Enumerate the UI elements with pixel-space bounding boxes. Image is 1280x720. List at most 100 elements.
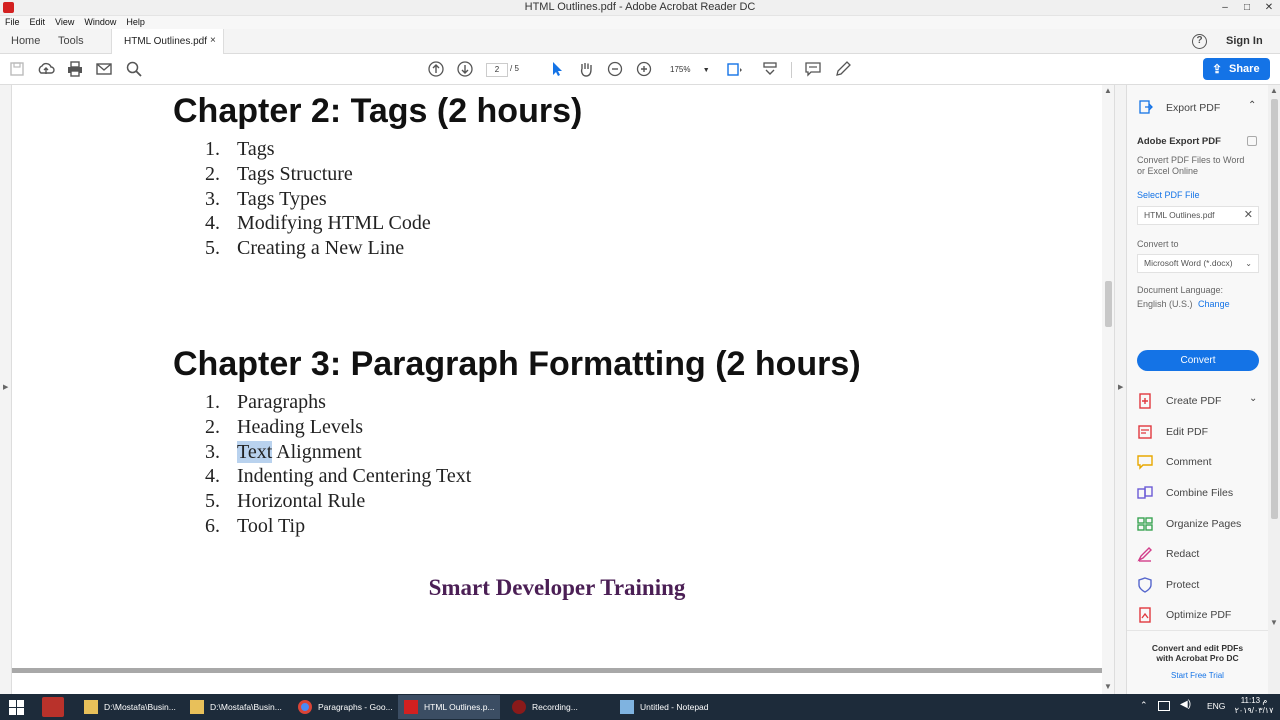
start-free-trial-link[interactable]: Start Free Trial <box>1127 671 1268 680</box>
list-item-selected[interactable]: 3. Text Alignment <box>205 441 362 464</box>
input-language[interactable]: ENG <box>1207 701 1225 711</box>
comment-icon <box>1137 455 1153 470</box>
share-button[interactable]: ⇪ Share <box>1203 58 1270 80</box>
menu-view[interactable]: View <box>50 16 79 29</box>
selected-file-field[interactable]: HTML Outlines.pdf ✕ <box>1137 206 1259 225</box>
window-title: HTML Outlines.pdf - Adobe Acrobat Reader… <box>524 1 756 13</box>
tools-pane-scrollbar[interactable]: ▲ ▼ <box>1268 85 1280 694</box>
select-pdf-file-link[interactable]: Select PDF File <box>1137 190 1200 200</box>
menu-window[interactable]: Window <box>79 16 121 29</box>
sign-in-link[interactable]: Sign In <box>1226 35 1263 47</box>
comment-icon[interactable] <box>804 60 822 78</box>
collapse-right-panel-icon[interactable]: ▶ <box>1118 383 1123 391</box>
page-number-input[interactable]: 2 <box>486 63 508 77</box>
upload-cloud-icon[interactable] <box>37 60 55 78</box>
text-selection[interactable]: Text <box>237 441 273 463</box>
close-window-button[interactable]: ✕ <box>1258 0 1280 16</box>
tab-bar: Home Tools HTML Outlines.pdf × ? Sign In <box>0 29 1280 54</box>
select-cursor-icon[interactable] <box>548 60 566 78</box>
tab-home[interactable]: Home <box>11 35 40 47</box>
tab-document[interactable]: HTML Outlines.pdf × <box>111 29 224 54</box>
convert-button[interactable]: Convert <box>1137 350 1259 371</box>
pinned-app-icon[interactable] <box>42 697 64 717</box>
left-panel-collapsed[interactable]: ▶ <box>0 85 12 694</box>
previous-page-icon[interactable] <box>427 60 445 78</box>
tool-optimize-pdf[interactable]: Optimize PDF <box>1137 606 1262 626</box>
menu-file[interactable]: File <box>0 16 25 29</box>
tab-tools[interactable]: Tools <box>58 35 84 47</box>
tool-organize-pages[interactable]: Organize Pages <box>1137 515 1262 535</box>
title-bar: HTML Outlines.pdf - Adobe Acrobat Reader… <box>0 0 1280 16</box>
convert-to-value: Microsoft Word (*.docx) <box>1144 258 1233 268</box>
menu-edit[interactable]: Edit <box>25 16 51 29</box>
tool-label: Create PDF <box>1166 395 1222 407</box>
next-page-icon[interactable] <box>456 60 474 78</box>
tool-comment[interactable]: Comment <box>1137 453 1262 473</box>
tool-redact[interactable]: Redact <box>1137 545 1262 565</box>
folder-icon <box>84 700 98 714</box>
highlight-pen-icon[interactable] <box>834 60 852 78</box>
scroll-down-icon[interactable]: ▼ <box>1104 682 1112 691</box>
list-item: 2. Tags Structure <box>205 163 353 185</box>
scrollbar-thumb[interactable] <box>1105 281 1112 327</box>
menu-help[interactable]: Help <box>121 16 150 29</box>
list-item: 5. Horizontal Rule <box>205 490 366 512</box>
document-scrollbar[interactable]: ▲ ▼ <box>1102 85 1114 694</box>
taskbar-notepad[interactable]: Untitled - Notepad <box>614 695 716 719</box>
fit-page-icon[interactable] <box>725 60 743 78</box>
help-icon[interactable]: ? <box>1192 34 1207 49</box>
tool-label: Edit PDF <box>1166 426 1209 438</box>
scroll-up-icon[interactable]: ▲ <box>1104 86 1112 95</box>
tool-edit-pdf[interactable]: Edit PDF <box>1137 423 1262 443</box>
chevron-down-icon[interactable]: ⌄ <box>1249 393 1257 404</box>
change-language-link[interactable]: Change <box>1198 299 1230 309</box>
close-tab-icon[interactable]: × <box>210 35 216 46</box>
save-icon[interactable] <box>8 60 26 78</box>
chevron-down-icon: ▼ <box>702 67 710 74</box>
tool-create-pdf[interactable]: Create PDF ⌄ <box>1137 392 1262 412</box>
adobe-export-desc-1: Convert PDF Files to Word <box>1137 155 1245 165</box>
clock-date: ٢٠١٩/٠٣/١٧ <box>1234 706 1274 715</box>
taskbar-chrome[interactable]: Paragraphs - Goo... <box>292 695 394 719</box>
scroll-up-icon[interactable]: ▲ <box>1270 86 1278 95</box>
chevron-up-icon[interactable]: ⌃ <box>1248 100 1256 111</box>
search-icon[interactable] <box>125 60 143 78</box>
remove-file-icon[interactable]: ✕ <box>1244 207 1253 224</box>
network-icon[interactable] <box>1158 701 1170 711</box>
convert-to-select[interactable]: Microsoft Word (*.docx) ⌄ <box>1137 254 1259 273</box>
tray-up-arrow-icon[interactable]: ⌃ <box>1140 700 1148 711</box>
maximize-button[interactable]: □ <box>1236 0 1258 16</box>
volume-icon[interactable]: ◀) <box>1180 699 1191 710</box>
taskbar-explorer-1[interactable]: D:\Mostafa\Busin... <box>78 695 180 719</box>
email-icon[interactable] <box>95 60 113 78</box>
taskbar-acrobat[interactable]: HTML Outlines.p... <box>398 695 500 719</box>
list-item: 4. Modifying HTML Code <box>205 212 431 234</box>
right-panel-toggle[interactable]: ▶ <box>1114 85 1127 694</box>
export-settings-icon[interactable] <box>1247 136 1257 146</box>
recorder-icon <box>512 700 526 714</box>
zoom-in-icon[interactable] <box>635 60 653 78</box>
windows-taskbar: D:\Mostafa\Busin... D:\Mostafa\Busin... … <box>0 694 1280 720</box>
taskbar-explorer-2[interactable]: D:\Mostafa\Busin... <box>184 695 286 719</box>
minimize-button[interactable]: – <box>1214 0 1236 16</box>
scroll-down-icon[interactable]: ▼ <box>1270 618 1278 627</box>
export-pdf-header[interactable]: Export PDF ⌃ <box>1137 99 1262 117</box>
page-total: / 5 <box>510 64 519 73</box>
tool-protect[interactable]: Protect <box>1137 576 1262 596</box>
expand-left-panel-icon[interactable]: ▶ <box>3 383 8 391</box>
print-icon[interactable] <box>66 60 84 78</box>
system-clock[interactable]: 11:13 م ٢٠١٩/٠٣/١٧ <box>1230 696 1278 716</box>
zoom-level-dropdown[interactable]: 175% ▼ <box>664 63 712 77</box>
zoom-out-icon[interactable] <box>606 60 624 78</box>
chevron-down-icon: ⌄ <box>1245 259 1252 268</box>
clock-time: 11:13 م <box>1240 696 1268 705</box>
create-pdf-icon <box>1139 393 1151 409</box>
hand-tool-icon[interactable] <box>577 60 595 78</box>
scroll-mode-icon[interactable] <box>761 60 779 78</box>
list-item: 4. Indenting and Centering Text <box>205 465 472 487</box>
windows-start-icon[interactable] <box>9 700 24 715</box>
tool-label: Protect <box>1166 579 1200 591</box>
taskbar-recording[interactable]: Recording... <box>506 695 608 719</box>
scrollbar-thumb[interactable] <box>1271 99 1278 519</box>
tool-combine-files[interactable]: Combine Files <box>1137 484 1262 504</box>
